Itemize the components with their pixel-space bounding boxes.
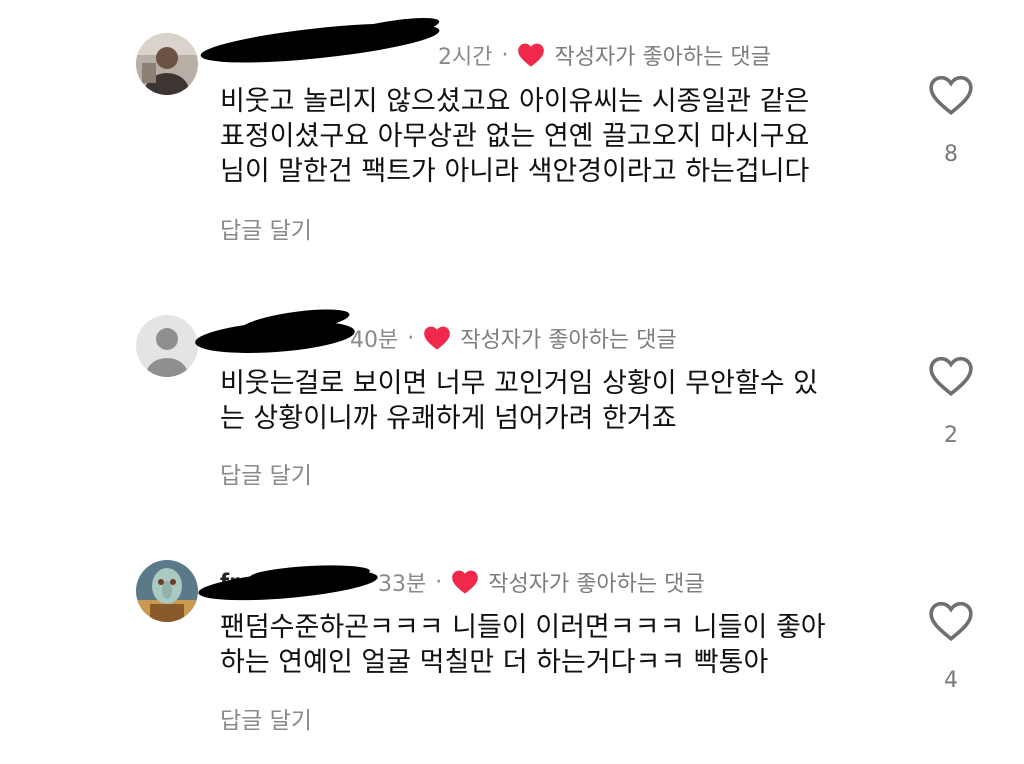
heart-outline-icon[interactable] [928, 600, 974, 642]
separator-dot: · [435, 569, 443, 595]
like-count: 4 [944, 668, 958, 693]
timestamp: 33분 [378, 572, 427, 597]
reply-button[interactable]: 답글 달기 [220, 701, 312, 735]
avatar[interactable] [136, 560, 198, 622]
comment-item: fr 33분 · 작성자가 좋아하는 댓글 팬덤수준하곤ㅋㅋㅋ 니들이 이러면ㅋ… [0, 0, 1024, 764]
liked-by-author-label: 작성자가 좋아하는 댓글 [488, 572, 705, 597]
heart-icon [452, 570, 479, 594]
comment-text: 팬덤수준하곤ㅋㅋㅋ 니들이 이러면ㅋㅋㅋ 니들이 좋아 하는 연예인 얼굴 먹칠… [220, 612, 826, 678]
